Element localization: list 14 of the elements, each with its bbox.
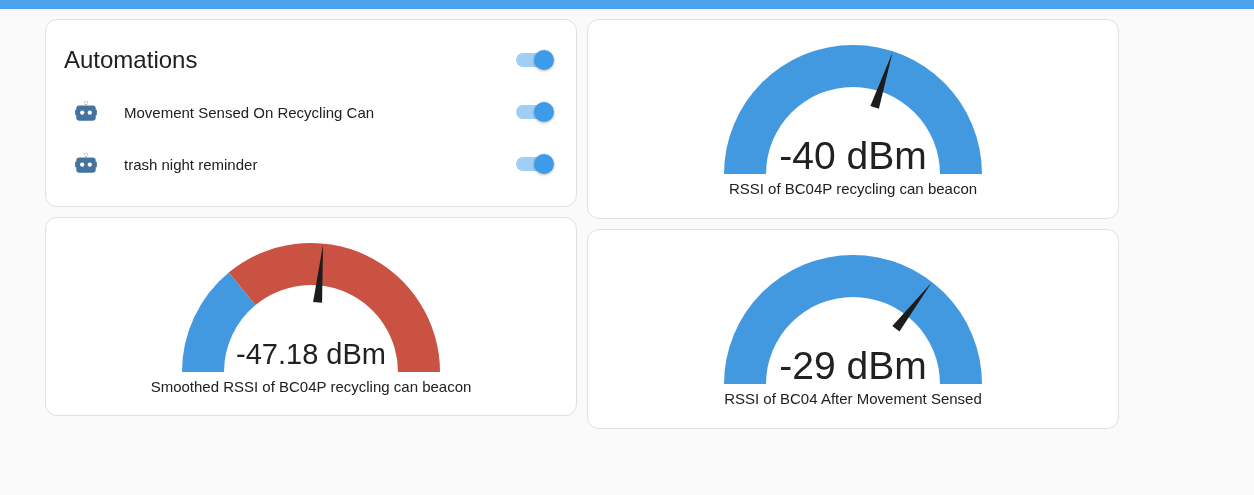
automation-name: trash night reminder [124, 155, 259, 173]
card-title: Automations [64, 46, 198, 74]
gauge-needle [892, 282, 932, 332]
gauge-value: -47.18 dBm [236, 337, 386, 372]
toggle-switch[interactable] [516, 100, 554, 124]
gauge-label: Smoothed RSSI of BC04P recycling can beacon [150, 378, 472, 395]
automation-name: Movement Sensed On Recycling Can [124, 103, 376, 121]
gauge-label: RSSI of BC04P recycling can beacon [728, 180, 978, 197]
gauge-label: RSSI of BC04 After Movement Sensed [724, 390, 982, 407]
gauge-needle [870, 52, 893, 109]
toggle-switch[interactable] [516, 152, 554, 176]
gauge-value: -29 dBm [779, 346, 927, 386]
gauge-value: -40 dBm [779, 136, 927, 176]
toggle-switch[interactable] [516, 48, 554, 72]
